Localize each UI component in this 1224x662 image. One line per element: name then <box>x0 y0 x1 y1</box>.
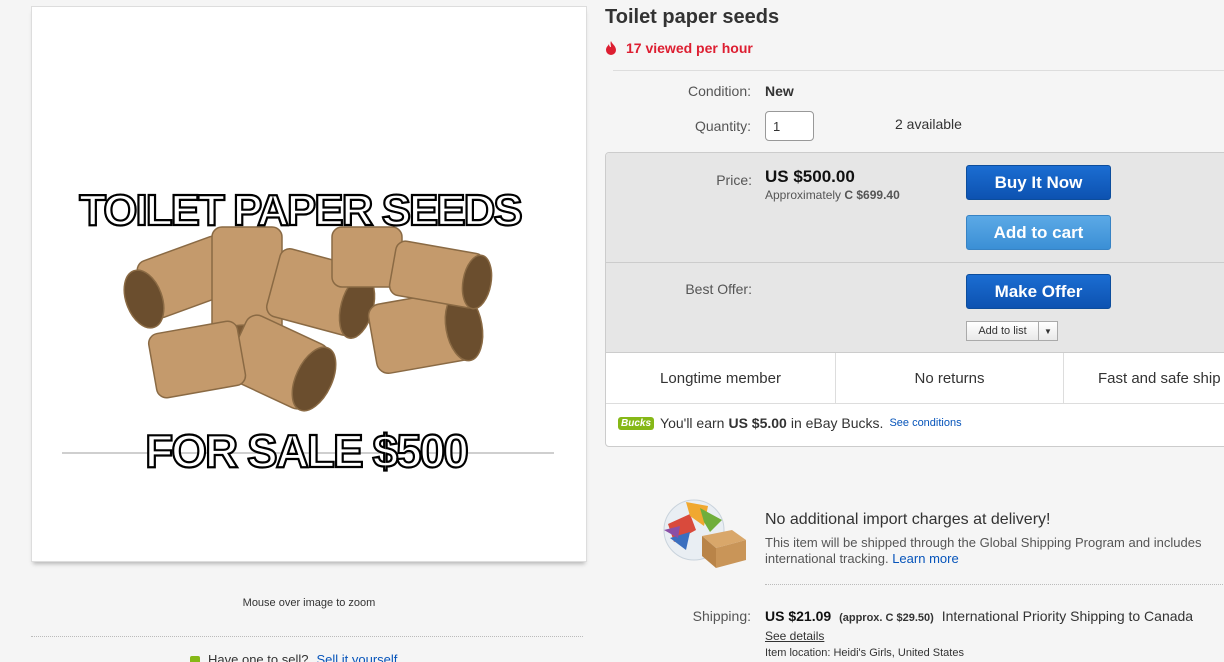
sell-teaser-text: Have one to sell? <box>208 652 309 662</box>
feature-fast-shipping: Fast and safe ship <box>1098 370 1221 387</box>
quantity-input[interactable] <box>765 111 814 141</box>
best-offer-section: Best Offer: Make Offer Add to list ▼ <box>606 263 1224 353</box>
meme-footer: FOR SALE $500 <box>145 425 467 477</box>
add-to-list-button[interactable]: Add to list ▼ <box>966 321 1058 341</box>
make-offer-button[interactable]: Make Offer <box>966 274 1111 309</box>
divider <box>765 584 1224 585</box>
add-to-cart-button[interactable]: Add to cart <box>966 215 1111 250</box>
caret-down-icon[interactable]: ▼ <box>1039 327 1057 336</box>
gsp-desc-text: This item will be shipped through the Gl… <box>765 535 1202 566</box>
condition-label: Condition: <box>687 83 751 99</box>
shipping-cost: US $21.09 <box>765 608 832 624</box>
feature-no-returns: No returns <box>836 353 1064 404</box>
price: US $500.00 <box>765 167 855 186</box>
bucks-text-before: You'll earn <box>660 415 725 431</box>
item-location: Item location: Heidi's Girls, United Sta… <box>765 647 964 659</box>
quantity-label: Quantity: <box>694 118 751 134</box>
shipping-service: International Priority Shipping to Canad… <box>941 608 1194 624</box>
available-count: 2 available <box>895 116 962 132</box>
bucks-amount: US $5.00 <box>728 415 787 431</box>
shipping-label: Shipping: <box>692 608 751 624</box>
condition-value: New <box>765 83 794 99</box>
gsp-title: No additional import charges at delivery… <box>765 511 1051 528</box>
product-image[interactable]: TOILET PAPER SEEDS FOR SALE $500 <box>31 6 587 562</box>
viewed-per-hour: 17 viewed per hour <box>605 40 753 56</box>
see-details-link[interactable]: See details <box>765 629 824 643</box>
gsp-description: This item will be shipped through the Gl… <box>765 535 1224 567</box>
approx-price: Approximately C $699.40 <box>765 188 900 202</box>
see-conditions-link[interactable]: See conditions <box>889 417 961 429</box>
add-to-list-label[interactable]: Add to list <box>967 322 1039 340</box>
divider <box>31 636 583 637</box>
approx-value: C $699.40 <box>844 188 900 202</box>
listing-title: Toilet paper seeds <box>605 6 780 28</box>
meme-headline: TOILET PAPER SEEDS <box>79 186 521 235</box>
price-label: Price: <box>716 172 752 188</box>
approx-prefix: Approximately <box>765 188 842 202</box>
ebay-bucks-row: Bucks You'll earn US $5.00 in eBay Bucks… <box>618 415 962 431</box>
flame-icon <box>606 41 616 55</box>
best-offer-label: Best Offer: <box>685 281 752 297</box>
bucks-icon: Bucks <box>618 416 655 430</box>
sell-icon <box>190 655 200 662</box>
price-section: Price: US $500.00 Approximately C $699.4… <box>606 153 1224 263</box>
sell-teaser: Have one to sell? Sell it yourself <box>190 652 397 662</box>
viewed-text: 17 viewed per hour <box>626 40 753 56</box>
feature-longtime-member: Longtime member <box>606 353 836 404</box>
buy-it-now-button[interactable]: Buy It Now <box>966 165 1111 200</box>
buy-box: Price: US $500.00 Approximately C $699.4… <box>605 152 1224 447</box>
feature-bar: Longtime member No returns Fast and safe… <box>606 353 1224 404</box>
divider <box>613 70 1224 71</box>
shipping-info: US $21.09 (approx. C $29.50) Internation… <box>765 608 1193 624</box>
learn-more-link[interactable]: Learn more <box>892 551 958 566</box>
shipping-approx: (approx. C $29.50) <box>839 612 934 624</box>
sell-it-yourself-link[interactable]: Sell it yourself <box>316 652 397 662</box>
global-shipping-icon <box>663 499 746 568</box>
bucks-text-after: in eBay Bucks. <box>790 415 884 431</box>
zoom-hint: Mouse over image to zoom <box>242 597 376 609</box>
product-photo: TOILET PAPER SEEDS FOR SALE $500 <box>32 7 586 561</box>
